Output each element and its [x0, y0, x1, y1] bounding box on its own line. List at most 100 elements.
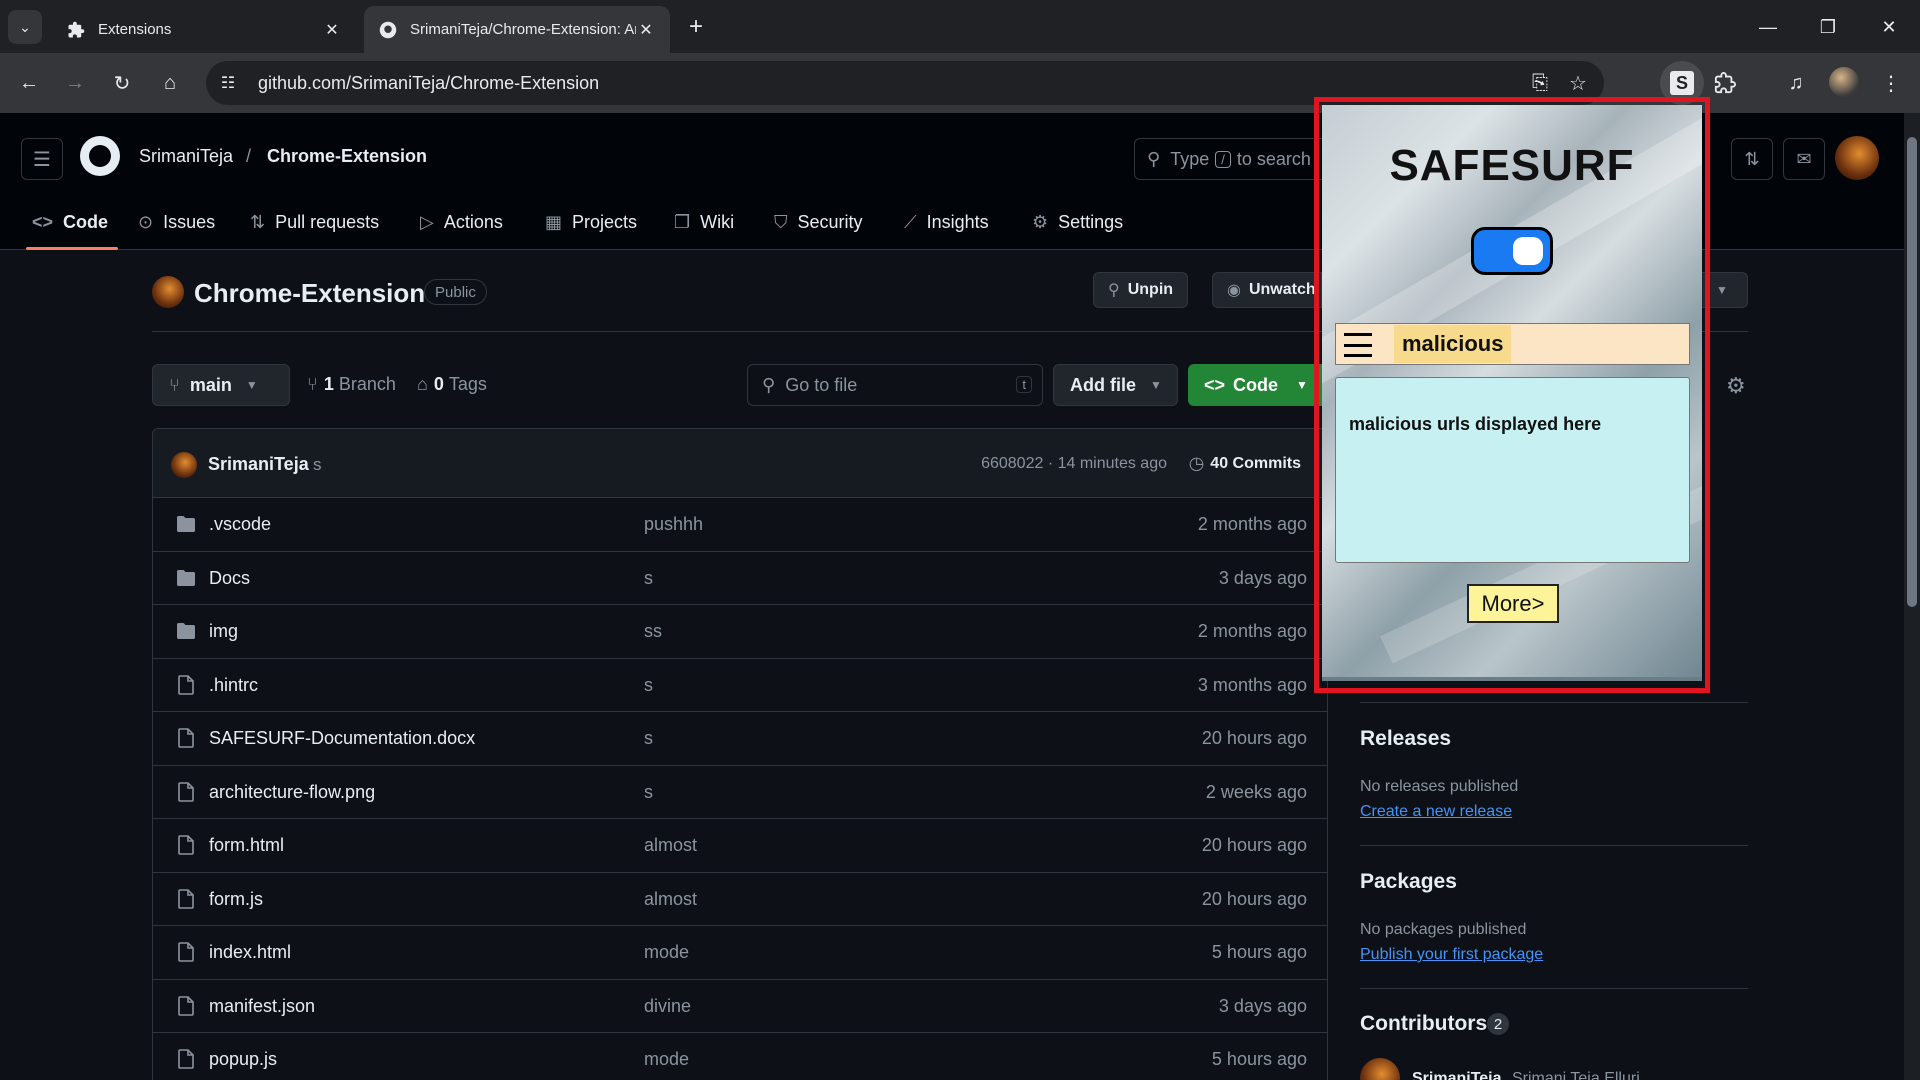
close-icon[interactable]: ✕ — [636, 20, 656, 40]
commit-message[interactable]: s — [313, 455, 322, 475]
gear-icon[interactable]: ⚙ — [1726, 373, 1746, 399]
file-commit-message[interactable]: almost — [644, 835, 697, 856]
github-logo-icon[interactable] — [80, 136, 120, 176]
unpin-button[interactable]: ⚲ Unpin — [1093, 272, 1189, 308]
file-commit-message[interactable]: divine — [644, 996, 691, 1017]
file-commit-message[interactable]: almost — [644, 889, 697, 910]
table-row[interactable]: popup.js mode 5 hours ago — [153, 1033, 1327, 1080]
file-commit-message[interactable]: mode — [644, 1049, 689, 1070]
add-file-button[interactable]: Add file ▼ — [1053, 364, 1178, 406]
global-menu-button[interactable]: ☰ — [21, 138, 63, 180]
install-app-icon[interactable]: ⎘ — [1526, 69, 1554, 97]
branches-link[interactable]: ⑂ 1 Branch — [307, 374, 396, 395]
file-name[interactable]: SAFESURF-Documentation.docx — [209, 728, 475, 749]
table-row[interactable]: form.html almost 20 hours ago — [153, 819, 1327, 873]
minimize-icon[interactable]: — — [1753, 12, 1783, 42]
go-to-file-input[interactable]: ⚲ Go to file t — [747, 364, 1043, 406]
table-row[interactable]: SAFESURF-Documentation.docx s 20 hours ago — [153, 712, 1327, 766]
table-row[interactable]: form.js almost 20 hours ago — [153, 873, 1327, 926]
table-row[interactable]: .hintrc s 3 months ago — [153, 659, 1327, 712]
create-release-link[interactable]: Create a new release — [1360, 803, 1512, 821]
more-button[interactable]: More> — [1467, 584, 1559, 623]
back-icon[interactable]: ← — [11, 65, 47, 101]
unwatch-button[interactable]: ◉ Unwatch — [1212, 272, 1322, 308]
file-name[interactable]: architecture-flow.png — [209, 782, 375, 803]
commit-author[interactable]: SrimaniTeja — [208, 454, 309, 475]
restore-icon[interactable]: ❐ — [1813, 12, 1843, 42]
table-row[interactable]: Docs s 3 days ago — [153, 552, 1327, 605]
releases-heading[interactable]: Releases — [1360, 727, 1451, 751]
file-commit-message[interactable]: s — [644, 728, 653, 749]
file-name[interactable]: Docs — [209, 568, 250, 589]
contributor-name[interactable]: SrimaniTeja — [1412, 1070, 1502, 1080]
repo-title[interactable]: Chrome-Extension — [194, 278, 425, 309]
table-row[interactable]: manifest.json divine 3 days ago — [153, 980, 1327, 1033]
home-icon[interactable]: ⌂ — [152, 65, 188, 101]
file-name[interactable]: img — [209, 621, 238, 642]
table-row[interactable]: img ss 2 months ago — [153, 605, 1327, 659]
contributor-avatar[interactable] — [1360, 1058, 1400, 1080]
tab-issues[interactable]: ⊙ Issues — [138, 195, 215, 250]
media-controls-icon[interactable]: ♫ — [1778, 65, 1814, 101]
file-commit-message[interactable]: ss — [644, 621, 662, 642]
file-name[interactable]: form.html — [209, 835, 284, 856]
tab-extensions[interactable]: Extensions ✕ — [52, 6, 356, 53]
toggle-knob — [1513, 237, 1543, 265]
reload-icon[interactable]: ↻ — [104, 65, 140, 101]
breadcrumb-repo[interactable]: Chrome-Extension — [267, 146, 427, 167]
tab-settings[interactable]: ⚙ Settings — [1032, 195, 1123, 250]
commits-link[interactable]: ◷ 40 Commits — [1189, 453, 1301, 474]
tab-security[interactable]: ⛉ Security — [774, 195, 863, 250]
page-scrollbar[interactable] — [1904, 113, 1920, 1080]
more-menu-icon[interactable]: ⋮ — [1873, 65, 1909, 101]
publish-package-link[interactable]: Publish your first package — [1360, 946, 1543, 964]
close-window-icon[interactable]: ✕ — [1874, 12, 1904, 42]
packages-heading[interactable]: Packages — [1360, 870, 1457, 894]
file-name[interactable]: .hintrc — [209, 675, 258, 696]
contributors-count-badge: 2 — [1487, 1013, 1509, 1035]
protection-toggle[interactable] — [1471, 227, 1553, 275]
table-row[interactable]: architecture-flow.png s 2 weeks ago — [153, 766, 1327, 819]
tab-search-button[interactable]: ⌄ — [8, 10, 42, 44]
file-commit-message[interactable]: s — [644, 568, 653, 589]
tab-wiki[interactable]: ❐ Wiki — [674, 195, 734, 250]
tab-insights[interactable]: ⟋ Insights — [904, 195, 989, 250]
code-button[interactable]: <> Code ▼ — [1188, 364, 1328, 406]
file-name[interactable]: .vscode — [209, 514, 271, 535]
pull-requests-button[interactable]: ⇅ — [1731, 138, 1773, 180]
bookmark-star-icon[interactable]: ☆ — [1564, 69, 1592, 97]
forward-icon[interactable]: → — [57, 65, 93, 101]
hamburger-icon[interactable] — [1344, 333, 1372, 357]
file-commit-message[interactable]: pushhh — [644, 514, 703, 535]
search-input[interactable]: ⚲ Type / to search — [1134, 138, 1344, 180]
file-name[interactable]: popup.js — [209, 1049, 277, 1070]
breadcrumb-owner[interactable]: SrimaniTeja — [139, 146, 233, 167]
branch-select[interactable]: ⑂ main ▼ — [152, 364, 290, 406]
tab-actions[interactable]: ▷ Actions — [420, 195, 503, 250]
file-name[interactable]: manifest.json — [209, 996, 315, 1017]
extensions-puzzle-icon[interactable] — [1707, 65, 1743, 101]
tags-link[interactable]: ⌂ 0 Tags — [417, 374, 487, 395]
new-tab-button[interactable]: + — [682, 13, 710, 41]
scrollbar-thumb[interactable] — [1907, 137, 1917, 607]
table-row[interactable]: index.html mode 5 hours ago — [153, 926, 1327, 980]
user-avatar[interactable] — [1835, 136, 1879, 180]
commit-meta[interactable]: 6608022 · 14 minutes ago — [981, 455, 1167, 473]
tab-pull-requests[interactable]: ⇅ Pull requests — [250, 195, 379, 250]
inbox-button[interactable]: ✉ — [1783, 138, 1825, 180]
file-name[interactable]: index.html — [209, 942, 291, 963]
tab-github[interactable]: SrimaniTeja/Chrome-Extension: An ✕ — [364, 6, 670, 53]
site-info-icon[interactable]: ☷ — [206, 61, 250, 105]
tab-projects[interactable]: ▦ Projects — [545, 195, 637, 250]
url-text[interactable]: github.com/SrimaniTeja/Chrome-Extension — [258, 73, 599, 94]
table-row[interactable]: .vscode pushhh 2 months ago — [153, 498, 1327, 552]
tab-malicious[interactable]: malicious — [1394, 325, 1512, 363]
file-name[interactable]: form.js — [209, 889, 263, 910]
tab-code[interactable]: <> Code — [25, 195, 119, 250]
close-icon[interactable]: ✕ — [322, 20, 342, 40]
file-commit-message[interactable]: s — [644, 675, 653, 696]
contributors-heading[interactable]: Contributors — [1360, 1012, 1487, 1036]
file-commit-message[interactable]: mode — [644, 942, 689, 963]
file-commit-message[interactable]: s — [644, 782, 653, 803]
profile-avatar[interactable] — [1829, 67, 1859, 97]
